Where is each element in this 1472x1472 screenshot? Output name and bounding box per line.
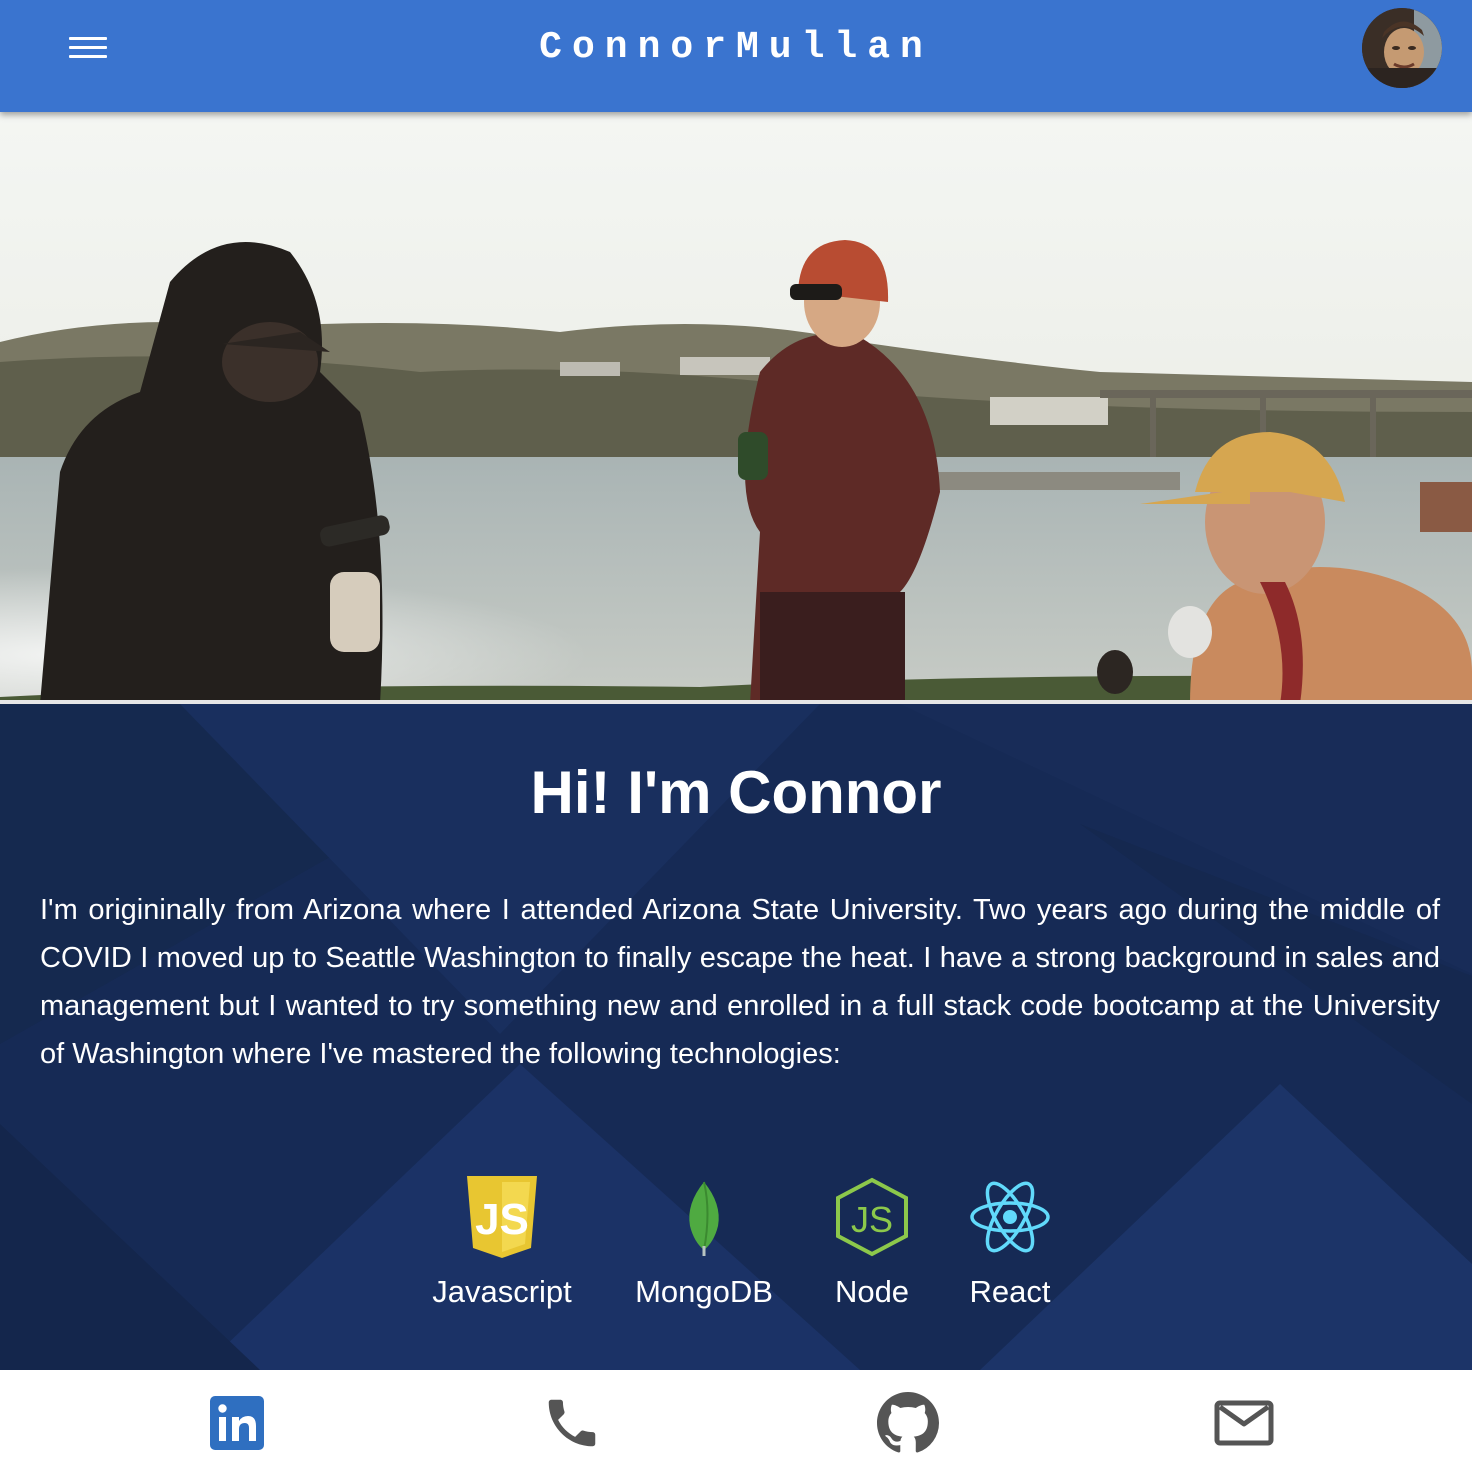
phone-icon (548, 1399, 596, 1447)
tech-label: Javascript (432, 1274, 572, 1309)
about-heading: Hi! I'm Connor (530, 759, 942, 826)
mail-icon (1214, 1400, 1274, 1446)
linkedin-button[interactable] (204, 1392, 272, 1454)
phone-button[interactable] (540, 1392, 608, 1454)
github-button[interactable] (874, 1392, 942, 1454)
mail-button[interactable] (1210, 1392, 1278, 1454)
avatar-photo (1362, 8, 1442, 88)
mongodb-leaf-icon (689, 1181, 719, 1256)
profile-avatar[interactable] (1362, 8, 1442, 88)
tech-item-react: React (910, 1176, 1110, 1310)
svg-text:JS: JS (475, 1195, 529, 1244)
about-bio: I'm origininally from Arizona where I at… (40, 894, 1440, 1070)
top-app-bar: ConnorMullan (0, 0, 1472, 112)
svg-text:JS: JS (851, 1199, 893, 1240)
tech-item-javascript: JS Javascript (402, 1176, 602, 1310)
nodejs-icon: JS (836, 1177, 908, 1257)
technology-list: JS Javascript MongoDB JS Node React (0, 1176, 1472, 1316)
site-title: ConnorMullan (539, 26, 933, 69)
bottom-navigation (0, 1370, 1472, 1472)
hero-photo (0, 112, 1472, 704)
about-section: Hi! I'm Connor I'm origininally from Ari… (0, 704, 1472, 1370)
github-icon (877, 1392, 939, 1453)
javascript-icon: JS (467, 1176, 537, 1258)
linkedin-icon (210, 1396, 264, 1450)
hero-image (0, 112, 1472, 704)
react-icon (970, 1181, 1050, 1253)
tech-label: React (969, 1274, 1051, 1309)
